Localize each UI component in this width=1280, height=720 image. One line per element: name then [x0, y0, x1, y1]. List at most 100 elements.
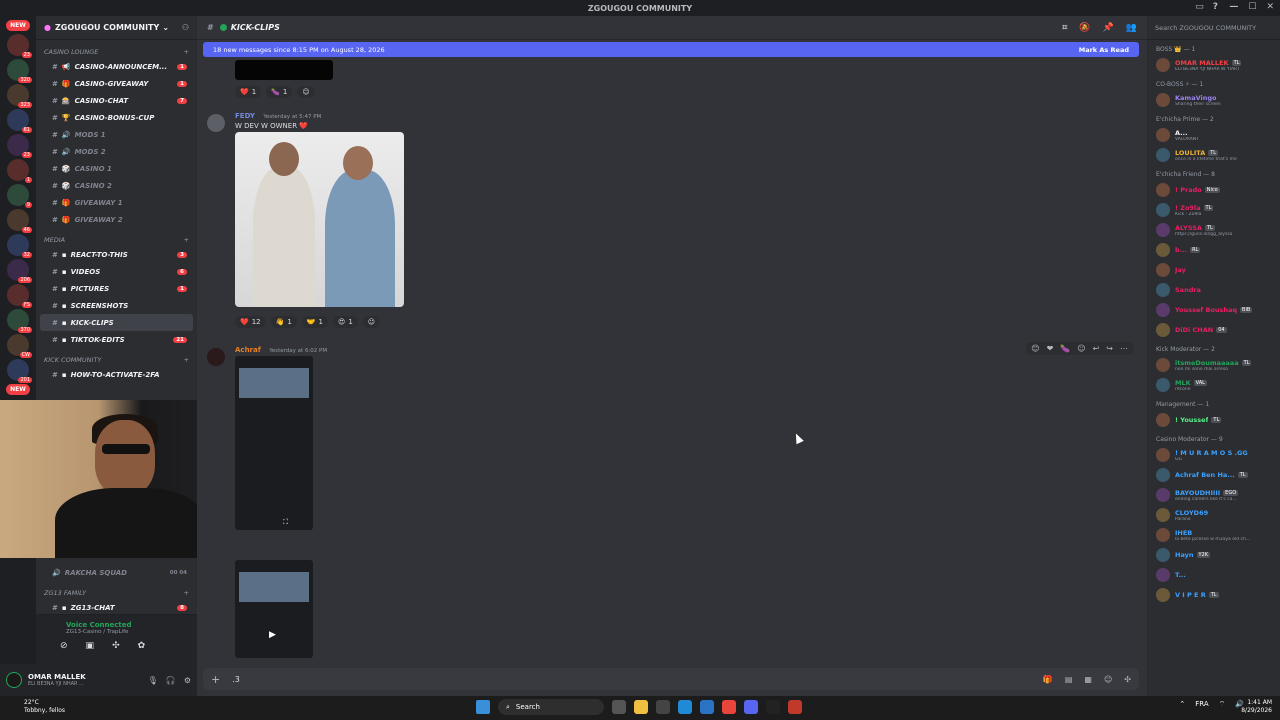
voice-channel-rakcha[interactable]: 🔊 RAKCHA SQUAD 00 04: [40, 564, 193, 581]
member-item[interactable]: ! Prado Nico: [1147, 180, 1280, 200]
server-icon[interactable]: 32: [7, 234, 32, 258]
avatar[interactable]: [1156, 223, 1170, 237]
member-item[interactable]: MLK VAL rdcone: [1147, 375, 1280, 395]
channel-item[interactable]: # 🎲 CASINO 1: [40, 160, 193, 177]
lang-indicator[interactable]: FRA: [1195, 700, 1208, 709]
plus-icon[interactable]: +: [184, 589, 189, 597]
member-item[interactable]: DiDi CHAN 04: [1147, 320, 1280, 340]
member-item[interactable]: T...: [1147, 565, 1280, 585]
plus-icon[interactable]: +: [184, 236, 189, 244]
reaction-chip[interactable]: 👋 1: [270, 316, 297, 328]
avatar[interactable]: [1156, 413, 1170, 427]
member-item[interactable]: LOULITA TL once in a lifetime that's me: [1147, 145, 1280, 165]
store-icon[interactable]: [656, 700, 670, 714]
headphones-icon[interactable]: 🎧: [166, 676, 176, 685]
category-kick[interactable]: KICK COMMUNITY +: [36, 348, 197, 366]
previous-attachment[interactable]: [235, 60, 333, 80]
channel-item[interactable]: # ▪ SCREENSHOTS: [40, 297, 193, 314]
members-icon[interactable]: 👥: [1126, 23, 1137, 33]
avatar[interactable]: [1156, 303, 1170, 317]
discord-icon[interactable]: [744, 700, 758, 714]
avatar[interactable]: [1156, 508, 1170, 522]
avatar[interactable]: [1156, 148, 1170, 162]
avatar[interactable]: [1156, 203, 1170, 217]
weather-widget[interactable]: 22°C Tobbny, fellos: [24, 699, 65, 715]
member-item[interactable]: Sandra: [1147, 280, 1280, 300]
member-item[interactable]: V I P E R TL: [1147, 585, 1280, 605]
avatar[interactable]: [207, 114, 225, 132]
avatar[interactable]: [6, 672, 22, 688]
member-item[interactable]: ALYSSA TL https://guns.lol/gg_alyssa: [1147, 220, 1280, 240]
guild-header[interactable]: ● ZGOUGOU COMMUNITY ⌄ ⚇: [36, 16, 197, 40]
gift-icon[interactable]: 🎁: [1043, 675, 1053, 684]
reaction-chip[interactable]: ☺: [297, 86, 315, 98]
avatar[interactable]: [1156, 283, 1170, 297]
member-item[interactable]: IHEB la bete picesse w m3aya old ch...: [1147, 525, 1280, 545]
add-reaction-icon[interactable]: ☺: [1077, 344, 1085, 353]
server-icon[interactable]: 23: [7, 134, 32, 158]
reaction-chip[interactable]: ❤️ 12: [235, 316, 266, 328]
emoji-icon[interactable]: 😊: [1031, 344, 1039, 353]
category-casino[interactable]: CASINO LOUNGE +: [36, 40, 197, 58]
channel-item[interactable]: # 🎰 CASINO-CHAT 7: [40, 92, 193, 109]
channel-item[interactable]: # 🎲 CASINO 2: [40, 177, 193, 194]
avatar[interactable]: [1156, 488, 1170, 502]
member-item[interactable]: A... VALORANT: [1147, 125, 1280, 145]
channel-item[interactable]: # 🎁 GIVEAWAY 2: [40, 211, 193, 228]
category-media[interactable]: MEDIA +: [36, 228, 197, 246]
close-button[interactable]: ✕: [1266, 2, 1274, 12]
avatar[interactable]: [1156, 263, 1170, 277]
windows-start-icon[interactable]: [476, 700, 490, 714]
video-attachment-2[interactable]: ▶: [235, 560, 313, 658]
member-item[interactable]: BAYOUDHIIII EGO ending careers like it's c…: [1147, 485, 1280, 505]
avatar[interactable]: [1156, 378, 1170, 392]
server-icon[interactable]: 46: [7, 209, 32, 233]
avatar[interactable]: [1156, 468, 1170, 482]
plus-icon[interactable]: +: [184, 356, 189, 364]
composer-text[interactable]: .3: [232, 675, 240, 684]
avatar[interactable]: [1156, 588, 1170, 602]
apps-icon[interactable]: ✣: [1124, 675, 1131, 684]
chrome-icon[interactable]: [722, 700, 736, 714]
server-icon[interactable]: 201: [7, 359, 32, 383]
attach-icon[interactable]: +: [211, 673, 220, 686]
task-view-icon[interactable]: [612, 700, 626, 714]
server-icon[interactable]: 61: [7, 109, 32, 133]
screen-share-icon[interactable]: ▣: [86, 641, 95, 651]
member-item[interactable]: Jay: [1147, 260, 1280, 280]
avatar[interactable]: [1156, 568, 1170, 582]
settings-icon[interactable]: ⚙: [184, 676, 191, 685]
avatar[interactable]: [1156, 58, 1170, 72]
server-icon[interactable]: 320: [7, 59, 32, 83]
category-zg13[interactable]: ZG13 FAMILY +: [36, 581, 197, 599]
reaction-chip[interactable]: 🤝 1: [301, 316, 329, 328]
more-icon[interactable]: ⋯: [1120, 344, 1128, 353]
heart-icon[interactable]: ❤: [1047, 344, 1054, 353]
emoji-picker-icon[interactable]: ☺: [1104, 675, 1112, 684]
video-attachment[interactable]: ⛶: [235, 356, 313, 530]
mute-icon[interactable]: 🔕: [1079, 23, 1090, 33]
server-icon[interactable]: CW: [7, 334, 32, 358]
server-icon[interactable]: 323: [7, 84, 32, 108]
reaction-chip[interactable]: 🍆 1: [266, 86, 293, 98]
reaction-chip[interactable]: ☺: [362, 316, 381, 328]
file-explorer-icon[interactable]: [634, 700, 648, 714]
inbox-icon[interactable]: ▭: [1195, 2, 1204, 12]
channel-item[interactable]: # 📢 CASINO-ANNOUNCEM... 1: [40, 58, 193, 75]
avatar[interactable]: [1156, 528, 1170, 542]
member-item[interactable]: CLOYD69 Parano: [1147, 505, 1280, 525]
reaction-icon[interactable]: 🍆: [1060, 344, 1070, 353]
server-icon[interactable]: 9: [7, 184, 32, 208]
gif-icon[interactable]: ▤: [1065, 675, 1073, 684]
server-icon[interactable]: 1: [7, 159, 32, 183]
voice-status[interactable]: Voice Connected: [36, 615, 197, 629]
search-input[interactable]: Search ZGOUGOU COMMUNITY: [1147, 16, 1280, 40]
soundboard-icon[interactable]: ✿: [138, 641, 146, 651]
avatar[interactable]: [1156, 323, 1170, 337]
camera-icon[interactable]: ⊘: [60, 641, 68, 651]
plus-icon[interactable]: +: [184, 48, 189, 56]
message-author[interactable]: FEDY Yesterday at 5:47 PM: [235, 112, 321, 120]
channel-item[interactable]: # ▪ TIKTOK-EDITS 21: [40, 331, 193, 348]
new-messages-bar[interactable]: 18 new messages since 8:15 PM on August …: [203, 42, 1139, 57]
channel-item[interactable]: # ▪ PICTURES 1: [40, 280, 193, 297]
